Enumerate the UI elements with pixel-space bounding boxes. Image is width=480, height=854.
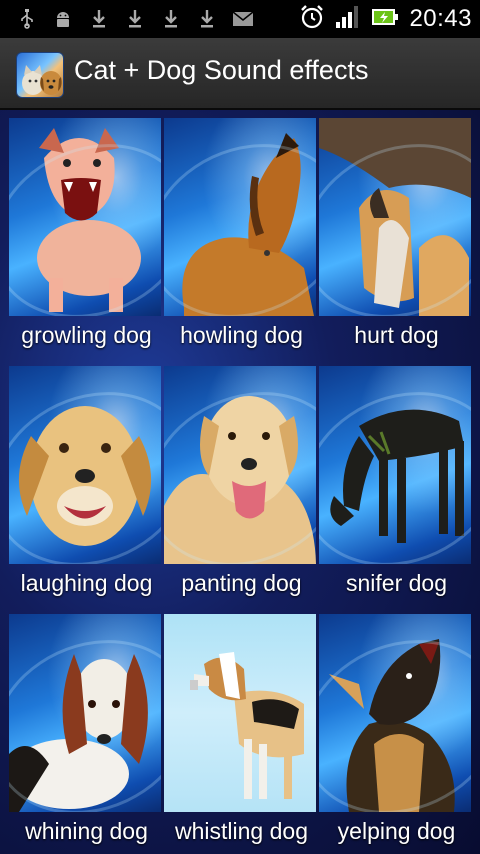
sound-label: growling dog xyxy=(21,322,152,348)
email-icon xyxy=(232,8,254,30)
sound-tile-snifer-dog[interactable]: snifer dog xyxy=(319,366,471,606)
clock-time: 20:43 xyxy=(409,5,472,32)
howling-dog-photo xyxy=(164,118,316,316)
download-icon xyxy=(88,8,110,30)
sound-tile-howling-dog[interactable]: howling dog xyxy=(164,118,316,358)
yelping-dog-photo xyxy=(319,614,471,812)
sound-tile-growling-dog[interactable]: growling dog xyxy=(9,118,161,358)
sound-label: panting dog xyxy=(181,570,302,596)
sound-tile-panting-dog[interactable]: panting dog xyxy=(164,366,316,606)
android-debug-icon xyxy=(52,8,74,30)
sound-label: yelping dog xyxy=(337,818,456,844)
sound-label: howling dog xyxy=(180,322,303,348)
system-icons: 20:43 xyxy=(299,5,472,33)
sound-tile-whining-dog[interactable]: whining dog xyxy=(9,614,161,854)
sound-label: hurt dog xyxy=(354,322,439,348)
sound-grid-background: growling dog howling dog hurt dog laughi… xyxy=(0,110,480,854)
app-title: Cat + Dog Sound effects xyxy=(74,55,369,85)
cat-dog-app-icon xyxy=(16,52,64,98)
sniffer-dog-photo xyxy=(319,366,471,564)
hurt-dog-photo xyxy=(319,118,471,316)
alarm-clock-icon xyxy=(299,4,325,34)
sound-tile-whistling-dog[interactable]: whistling dog xyxy=(164,614,316,854)
battery-charging-icon xyxy=(371,6,399,32)
sound-grid: growling dog howling dog hurt dog laughi… xyxy=(0,110,480,854)
panting-dog-photo xyxy=(164,366,316,564)
whistling-dog-photo xyxy=(164,614,316,812)
download-icon xyxy=(124,8,146,30)
signal-strength-icon xyxy=(335,5,361,33)
app-bar: Cat + Dog Sound effects xyxy=(0,38,480,110)
sound-label: whining dog xyxy=(25,818,148,844)
sound-label: laughing dog xyxy=(20,570,153,596)
laughing-dog-photo xyxy=(9,366,161,564)
notification-icons xyxy=(16,8,254,30)
usb-icon xyxy=(16,8,38,30)
download-icon xyxy=(196,8,218,30)
whining-dog-photo xyxy=(9,614,161,812)
status-bar: 20:43 xyxy=(0,0,480,38)
sound-tile-laughing-dog[interactable]: laughing dog xyxy=(9,366,161,606)
sound-label: snifer dog xyxy=(345,570,447,596)
download-icon xyxy=(160,8,182,30)
sound-tile-yelping-dog[interactable]: yelping dog xyxy=(319,614,471,854)
growling-dog-photo xyxy=(9,118,161,316)
sound-label: whistling dog xyxy=(175,818,308,844)
sound-tile-hurt-dog[interactable]: hurt dog xyxy=(319,118,471,358)
